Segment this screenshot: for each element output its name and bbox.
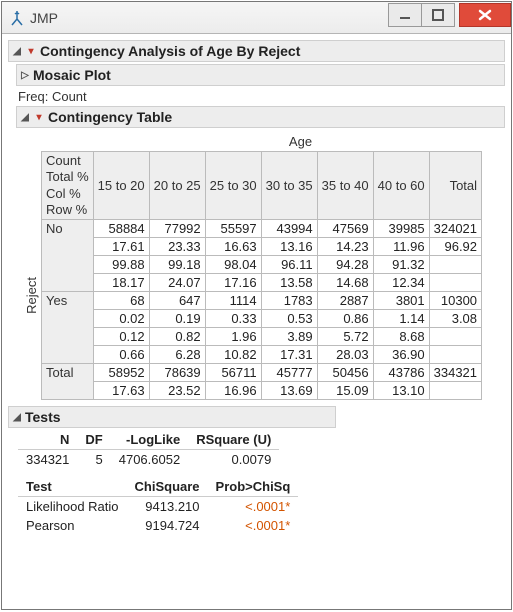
minimize-button[interactable] — [388, 3, 422, 27]
maximize-button[interactable] — [421, 3, 455, 27]
section-title: Contingency Table — [48, 109, 172, 125]
disclosure-icon[interactable]: ◢ — [19, 111, 31, 123]
table-row: 17.6123.3316.6313.1614.2311.9696.92 — [42, 238, 482, 256]
p-value: <.0001* — [208, 497, 299, 517]
col-axis-label: Age — [22, 132, 505, 151]
section-contingency-analysis[interactable]: ◢ ▾ Contingency Analysis of Age By Rejec… — [8, 40, 505, 62]
app-window: JMP ◢ ▾ Contingency Analysis of Age By R… — [1, 1, 512, 610]
section-contingency-table[interactable]: ◢ ▾ Contingency Table — [16, 106, 505, 128]
hotspot-icon[interactable]: ▾ — [25, 45, 37, 57]
col-header: 40 to 60 — [373, 152, 429, 220]
table-row: Total 5895278639567114577750456437863343… — [42, 364, 482, 382]
table-row: 17.6323.5216.9613.6915.0913.10 — [42, 382, 482, 400]
col-header: -LogLike — [111, 430, 188, 450]
freq-label: Freq: Count — [18, 89, 505, 104]
contingency-table-wrap: Age Reject Count Total % Col % Row % 15 … — [22, 132, 505, 400]
table-row: Pearson 9194.724 <.0001* — [18, 516, 298, 535]
row-axis-label: Reject — [22, 277, 41, 314]
section-title: Tests — [25, 409, 61, 425]
titlebar[interactable]: JMP — [2, 2, 511, 34]
col-header: 20 to 25 — [149, 152, 205, 220]
col-header: DF — [77, 430, 110, 450]
test-name: Likelihood Ratio — [18, 497, 127, 517]
section-title: Mosaic Plot — [33, 67, 111, 83]
table-row: 0.120.821.963.895.728.68 — [42, 328, 482, 346]
col-header: Prob>ChiSq — [208, 477, 299, 497]
close-button[interactable] — [459, 3, 511, 27]
col-header: N — [18, 430, 77, 450]
chisq-value: 9194.724 — [127, 516, 208, 535]
disclosure-icon[interactable]: ▷ — [19, 69, 31, 81]
contingency-table: Count Total % Col % Row % 15 to 20 20 to… — [41, 151, 482, 400]
tests-section: ◢ Tests N DF -LogLike RSquare (U) 334321… — [8, 406, 505, 535]
table-row: 18.1724.0717.1613.5814.6812.34 — [42, 274, 482, 292]
col-header: Test — [18, 477, 127, 497]
hotspot-icon[interactable]: ▾ — [33, 111, 45, 123]
col-header: Total — [429, 152, 481, 220]
section-title: Contingency Analysis of Age By Reject — [40, 43, 300, 59]
test-name: Pearson — [18, 516, 127, 535]
table-row: No 588847799255597439944756939985324021 — [42, 220, 482, 238]
table-row: 0.020.190.330.530.861.143.08 — [42, 310, 482, 328]
disclosure-icon[interactable]: ◢ — [11, 45, 23, 57]
corner-cell: Count Total % Col % Row % — [42, 152, 94, 220]
table-row: Yes 68647111417832887380110300 — [42, 292, 482, 310]
chisq-value: 9413.210 — [127, 497, 208, 517]
row-header: Total — [42, 364, 94, 400]
table-row: 99.8899.1898.0496.1194.2891.32 — [42, 256, 482, 274]
table-header-row: Count Total % Col % Row % 15 to 20 20 to… — [42, 152, 482, 220]
app-title: JMP — [30, 10, 58, 26]
app-icon — [8, 9, 26, 27]
section-mosaic-plot[interactable]: ▷ Mosaic Plot — [16, 64, 505, 86]
col-header: 25 to 30 — [205, 152, 261, 220]
table-row: 334321 5 4706.6052 0.0079 — [18, 450, 279, 470]
col-header: 15 to 20 — [93, 152, 149, 220]
row-header: No — [42, 220, 94, 292]
content-area: ◢ ▾ Contingency Analysis of Age By Rejec… — [2, 34, 511, 609]
tests-chisq-table: Test ChiSquare Prob>ChiSq Likelihood Rat… — [18, 477, 298, 535]
col-header: ChiSquare — [127, 477, 208, 497]
row-header: Yes — [42, 292, 94, 364]
table-row: Likelihood Ratio 9413.210 <.0001* — [18, 497, 298, 517]
tests-summary-table: N DF -LogLike RSquare (U) 334321 5 4706.… — [18, 430, 279, 469]
col-header: 30 to 35 — [261, 152, 317, 220]
disclosure-icon[interactable]: ◢ — [11, 411, 23, 423]
col-header: RSquare (U) — [188, 430, 279, 450]
section-tests[interactable]: ◢ Tests — [8, 406, 336, 428]
table-row: 0.666.2810.8217.3128.0336.90 — [42, 346, 482, 364]
p-value: <.0001* — [208, 516, 299, 535]
col-header: 35 to 40 — [317, 152, 373, 220]
